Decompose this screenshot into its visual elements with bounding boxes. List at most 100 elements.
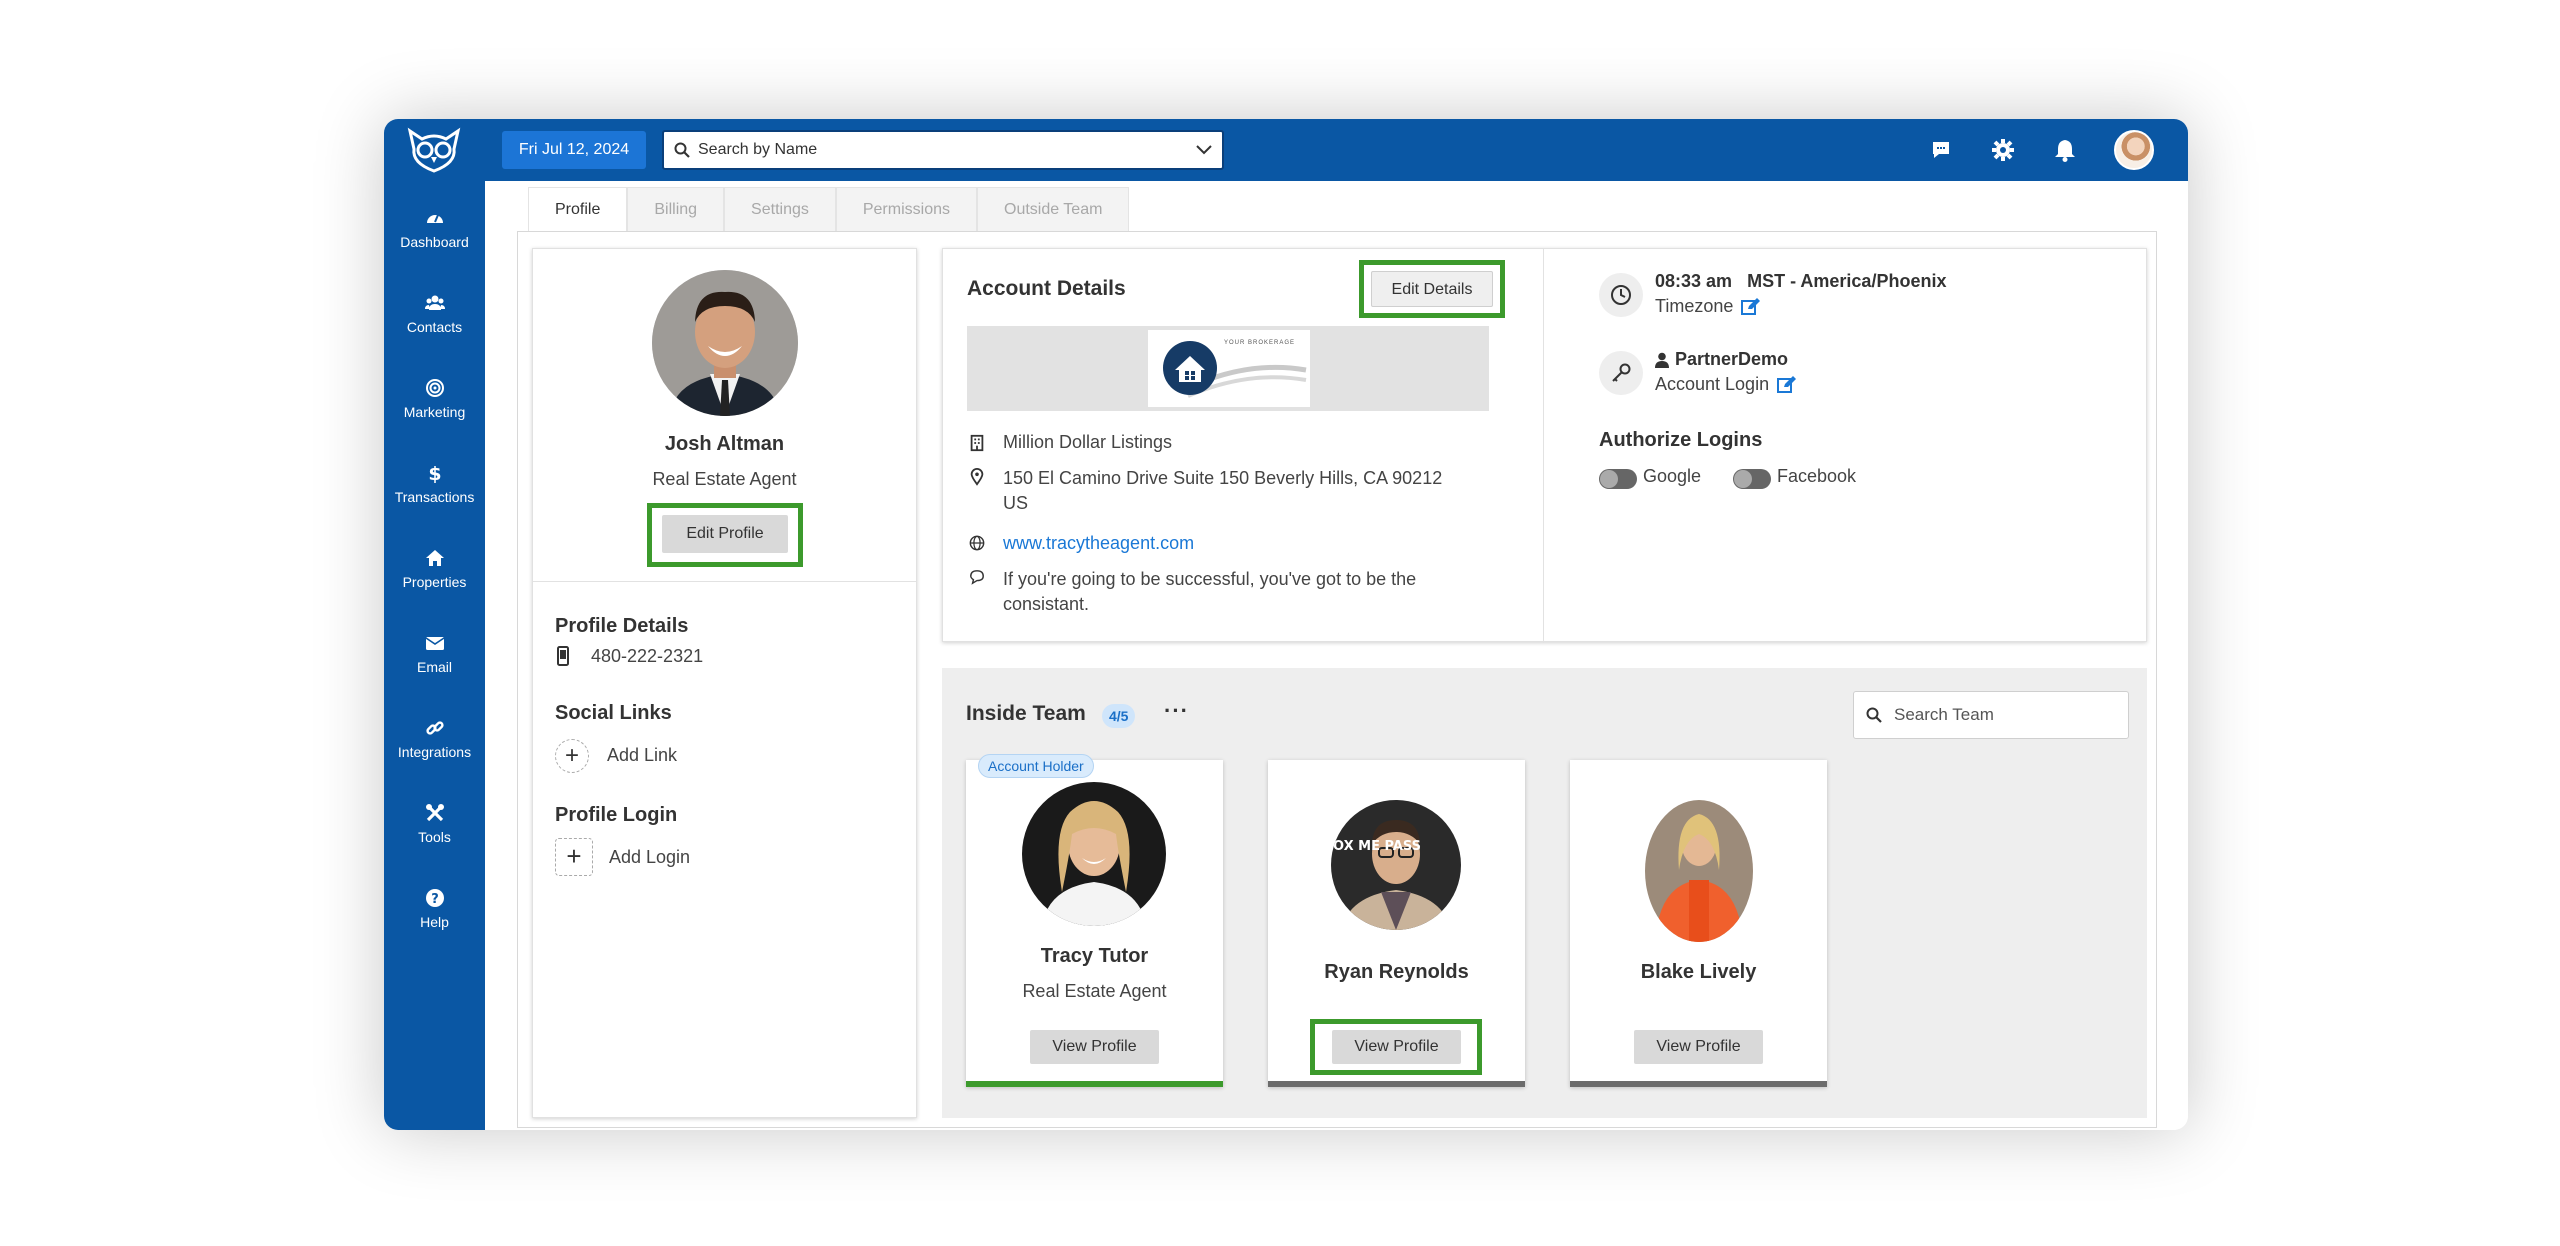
gear-icon[interactable]	[1990, 137, 2016, 163]
phone-icon	[557, 646, 569, 666]
top-bar: Fri Jul 12, 2024 Search by Name	[384, 119, 2188, 181]
sidebar-item-label: Contacts	[406, 319, 463, 335]
svg-text:?: ?	[431, 892, 439, 907]
tools-icon	[425, 804, 444, 822]
member-name: Blake Lively	[1640, 961, 1757, 983]
edit-profile-button[interactable]: Edit Profile	[662, 515, 788, 553]
chevron-down-icon[interactable]	[1196, 145, 1212, 155]
member-photo: OX ME PASS	[1331, 800, 1461, 930]
vertical-divider	[1543, 249, 1544, 643]
motto-line1: If you're going to be successful, you've…	[1003, 569, 1417, 589]
authorize-logins-title: Authorize Logins	[1599, 429, 1763, 451]
dashboard-icon	[426, 214, 443, 223]
edit-timezone-icon[interactable]	[1741, 297, 1761, 316]
dollar-icon: $	[428, 463, 441, 483]
add-login-plus-icon[interactable]: +	[555, 838, 593, 876]
name-search-input[interactable]: Search by Name	[662, 130, 1224, 170]
team-count-badge: 4/5	[1102, 704, 1136, 728]
sidebar-item-tools[interactable]: Tools	[384, 789, 485, 859]
add-link-button[interactable]: Add Link	[607, 745, 677, 766]
profile-login-title: Profile Login	[555, 804, 678, 826]
edit-details-button[interactable]: Edit Details	[1371, 271, 1493, 307]
marketing-icon	[425, 379, 444, 397]
member-photo	[1645, 800, 1753, 942]
clock-icon	[1599, 273, 1643, 317]
team-search-placeholder: Search Team	[1894, 705, 1994, 724]
view-profile-button[interactable]: View Profile	[1634, 1030, 1763, 1064]
website-row: www.tracytheagent.com	[967, 533, 1194, 554]
sidebar-item-integrations[interactable]: Integrations	[384, 704, 485, 774]
tab-permissions[interactable]: Permissions	[835, 187, 977, 231]
timezone-name: MST - America/Phoenix	[1747, 271, 1947, 291]
date-button[interactable]: Fri Jul 12, 2024	[502, 131, 646, 169]
contacts-icon	[424, 295, 445, 310]
timezone-label: Timezone	[1655, 296, 1734, 316]
address-row: 150 El Camino Drive Suite 150 Beverly Hi…	[967, 466, 1442, 516]
sidebar-item-properties[interactable]: Properties	[384, 534, 485, 604]
member-name: Ryan Reynolds	[1324, 961, 1469, 983]
tab-bar: Profile Billing Settings Permissions Out…	[528, 187, 1130, 231]
chat-icon[interactable]	[1928, 137, 1954, 163]
account-details-title: Account Details	[967, 277, 1126, 300]
tab-outside-team[interactable]: Outside Team	[977, 187, 1130, 231]
timezone-row: Timezone	[1655, 296, 1761, 317]
view-profile-button[interactable]: View Profile	[1332, 1030, 1461, 1064]
profile-phone[interactable]: 480-222-2321	[591, 646, 703, 667]
sidebar-item-marketing[interactable]: Marketing	[384, 364, 485, 434]
divider	[533, 581, 916, 582]
inside-team-panel: Inside Team 4/5 ··· Search Team Account …	[942, 668, 2147, 1118]
tab-profile[interactable]: Profile	[528, 187, 628, 231]
more-options-icon[interactable]: ···	[1164, 698, 1189, 724]
team-search-input[interactable]: Search Team	[1853, 691, 2129, 739]
sidebar-item-contacts[interactable]: Contacts	[384, 279, 485, 349]
profile-title: Real Estate Agent	[652, 469, 797, 489]
address-line1: 150 El Camino Drive Suite 150 Beverly Hi…	[1003, 468, 1443, 488]
account-login-label: Account Login	[1655, 374, 1770, 394]
sidebar-item-dashboard[interactable]: Dashboard	[384, 194, 485, 264]
account-login-row: Account Login	[1655, 374, 1797, 395]
map-pin-icon	[970, 468, 984, 486]
add-login-button[interactable]: Add Login	[609, 847, 690, 868]
facebook-toggle[interactable]	[1733, 469, 1771, 489]
member-status-bar	[1268, 1081, 1525, 1087]
team-member-card: Blake Lively View Profile	[1570, 760, 1827, 1087]
google-toggle[interactable]	[1599, 469, 1637, 489]
sidebar-item-label: Help	[420, 914, 449, 930]
motto-row: If you're going to be successful, you've…	[967, 567, 1416, 617]
account-holder-badge: Account Holder	[978, 754, 1094, 778]
brokerage-logo-area: YOUR BROKERAGE	[967, 326, 1489, 411]
sidebar-item-help[interactable]: ? Help	[384, 874, 485, 944]
edit-login-icon[interactable]	[1777, 375, 1797, 394]
team-member-card: Account Holder Tracy Tutor Real Estate A…	[966, 754, 1223, 1087]
login-user-row: PartnerDemo	[1655, 349, 1788, 370]
sidebar-item-label: Marketing	[403, 404, 466, 420]
tab-settings[interactable]: Settings	[724, 187, 836, 231]
svg-text:$: $	[428, 463, 441, 483]
address-line2: US	[1003, 493, 1029, 513]
sidebar-item-label: Tools	[418, 829, 451, 845]
member-photo	[1022, 782, 1166, 926]
member-status-bar	[966, 1081, 1223, 1087]
user-icon	[1655, 352, 1669, 368]
owl-logo-icon[interactable]	[404, 123, 464, 177]
profile-name: Josh Altman	[664, 433, 785, 455]
member-role: Real Estate Agent	[1022, 981, 1167, 1001]
add-link-plus-icon[interactable]: +	[555, 739, 589, 773]
sidebar-item-email[interactable]: Email	[384, 619, 485, 689]
building-icon	[970, 434, 984, 452]
search-icon	[1866, 707, 1882, 723]
top-actions	[1928, 129, 2154, 171]
speech-bubble-icon	[970, 570, 984, 585]
sidebar-item-transactions[interactable]: $ Transactions	[384, 449, 485, 519]
facebook-label: Facebook	[1777, 466, 1857, 486]
tab-billing[interactable]: Billing	[627, 187, 725, 231]
address: 150 El Camino Drive Suite 150 Beverly Hi…	[1003, 466, 1442, 516]
user-avatar[interactable]	[2114, 130, 2154, 170]
sidebar-item-label: Email	[416, 659, 452, 675]
website-link[interactable]: www.tracytheagent.com	[1003, 533, 1194, 554]
current-time: 08:33 am	[1655, 271, 1733, 291]
bell-icon[interactable]	[2052, 137, 2078, 163]
key-icon	[1599, 351, 1643, 395]
view-profile-button[interactable]: View Profile	[1030, 1030, 1159, 1064]
team-member-card: OX ME PASS Ryan Reynolds View Profile	[1268, 760, 1525, 1087]
